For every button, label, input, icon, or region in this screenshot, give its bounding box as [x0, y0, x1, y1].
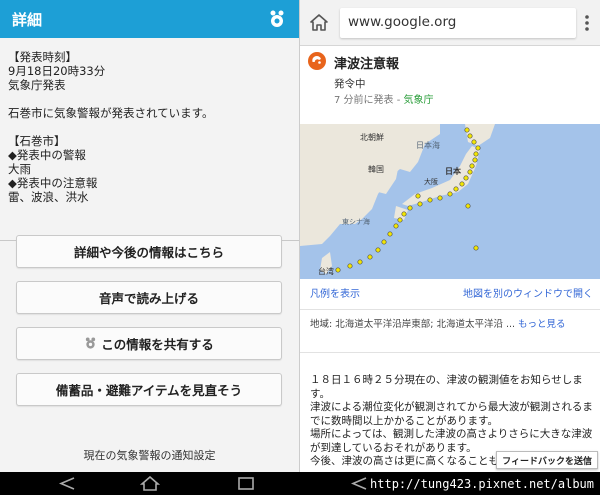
app-header: 詳細	[0, 0, 299, 38]
browser-toolbar: www.google.org	[300, 0, 600, 46]
warning-summary: 石巻市に気象警報が発表されています。	[8, 106, 214, 120]
browser-panel: www.google.org 津波注意報 発令中 7 分前に発表 - 気象庁 北…	[299, 0, 600, 472]
send-feedback-button[interactable]: フィードバックを送信	[496, 451, 598, 469]
left-app-panel: 詳細 【発表時刻】 9月18日20時33分 気象庁発表 石巻市に気象警報が発表さ…	[0, 0, 299, 472]
read-aloud-button[interactable]: 音声で読み上げる	[16, 281, 282, 314]
home-nav-icon[interactable]	[140, 476, 160, 491]
warnings-list: 大雨	[8, 162, 31, 176]
app-logo-icon	[270, 10, 284, 27]
notification-settings-label: 現在の気象警報の通知設定	[83, 449, 216, 462]
warning-details: 【発表時刻】 9月18日20時33分 気象庁発表 石巻市に気象警報が発表されてい…	[0, 38, 299, 240]
watermark-text: http://tung423.pixnet.net/album	[370, 477, 594, 491]
alert-source-link[interactable]: 気象庁	[404, 95, 434, 106]
details-button-label: 詳細や今後の情報はこちら	[73, 245, 224, 260]
supplies-button[interactable]: 備蓄品・避難アイテムを見直そう	[16, 373, 282, 406]
see-more-link[interactable]: もっと見る	[518, 319, 566, 330]
recent-apps-icon[interactable]	[236, 476, 256, 491]
home-icon[interactable]	[310, 14, 328, 31]
report-time: 9月18日20時33分	[8, 64, 106, 78]
alert-status: 発令中	[334, 78, 366, 90]
share-button-label: この情報を共有する	[101, 337, 214, 352]
address-bar[interactable]: www.google.org	[340, 8, 576, 38]
alert-card-header: 津波注意報 発令中 7 分前に発表 - 気象庁	[300, 46, 600, 124]
map-label-east-china-sea: 東シナ海	[342, 217, 370, 226]
details-button[interactable]: 詳細や今後の情報はこちら	[16, 235, 282, 268]
overflow-menu-icon[interactable]	[584, 14, 590, 32]
bulletin-paragraph: １８日１６時２５分現在の、津波の観測値をお知らせします。	[310, 374, 583, 400]
url-text: www.google.org	[348, 14, 457, 30]
page-title: 詳細	[12, 10, 43, 29]
map-label-korea: 韓国	[368, 164, 384, 174]
show-legend-link[interactable]: 凡例を表示	[310, 285, 360, 300]
affected-regions: 地域: 北海道太平洋沿岸東部; 北海道太平洋沿 ... もっと見る	[310, 318, 592, 331]
share-button[interactable]: この情報を共有する	[16, 327, 282, 360]
alert-icon	[308, 52, 326, 70]
alert-time: 7 分前に発表 -	[334, 95, 404, 106]
advisories-header: ◆発表中の注意報	[8, 176, 98, 190]
back-icon-right[interactable]	[350, 476, 368, 491]
divider	[300, 352, 600, 353]
alert-meta: 7 分前に発表 - 気象庁	[334, 91, 434, 106]
map-links-bar: 凡例を表示 地図を別のウィンドウで開く	[300, 280, 600, 310]
bulletin-paragraph: 津波による潮位変化が観測されてから最大波が観測されるまでに数時間以上かかることが…	[310, 401, 593, 427]
alert-title: 津波注意報	[334, 57, 400, 72]
read-aloud-button-label: 音声で読み上げる	[98, 291, 199, 306]
city-header: 【石巻市】	[8, 134, 66, 148]
advisories-list: 雷、波浪、洪水	[8, 190, 89, 204]
map-label-japan: 日本	[445, 166, 461, 176]
map-label-north-korea: 北朝鮮	[360, 132, 384, 142]
back-icon[interactable]	[58, 476, 76, 491]
tsunami-map[interactable]: 北朝鮮 韓国 日本海 日本 大阪 東シナ海 台湾	[300, 124, 600, 279]
share-logo-icon	[86, 337, 96, 349]
region-text: 地域: 北海道太平洋沿岸東部; 北海道太平洋沿 ...	[310, 319, 519, 330]
map-label-osaka: 大阪	[424, 177, 438, 186]
supplies-button-label: 備蓄品・避難アイテムを見直そう	[55, 383, 243, 398]
open-map-window-link[interactable]: 地図を別のウィンドウで開く	[463, 285, 593, 300]
map-label-sea-of-japan: 日本海	[416, 140, 440, 150]
issuer: 気象庁発表	[8, 78, 66, 92]
map-label-taiwan: 台湾	[318, 266, 334, 276]
report-time-header: 【発表時刻】	[8, 50, 77, 64]
warnings-header: ◆発表中の警報	[8, 148, 86, 162]
